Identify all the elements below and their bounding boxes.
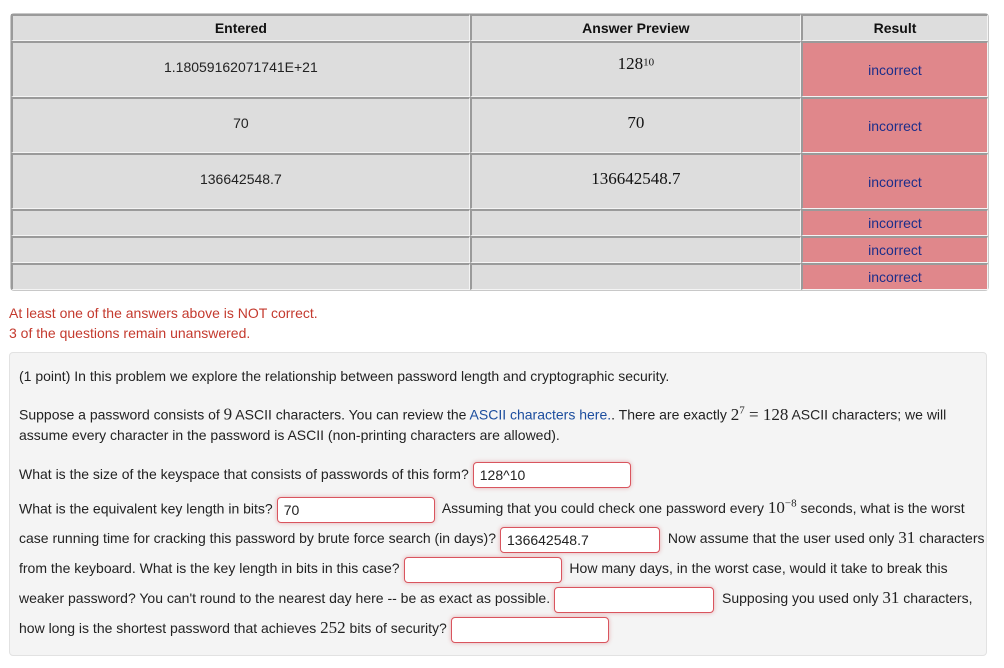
question-2: What is the equivalent key length in bit… <box>19 500 273 517</box>
entered-cell <box>11 263 470 290</box>
header-result: Result <box>800 14 988 41</box>
shortest-password-length-input[interactable] <box>450 616 609 643</box>
table-row: incorrect <box>11 209 988 236</box>
result-cell: incorrect <box>800 263 988 290</box>
results-table: Entered Answer Preview Result 1.18059162… <box>10 13 989 291</box>
entered-value: 136642548.7 <box>199 170 282 187</box>
questions: What is the size of the keyspace that co… <box>19 459 986 644</box>
entered-cell: 70 <box>11 97 470 153</box>
result-cell: incorrect <box>800 236 988 263</box>
problem-panel: (1 point) In this problem we explore the… <box>9 352 987 656</box>
header-entered: Entered <box>11 14 470 41</box>
result-cell: incorrect <box>800 41 988 97</box>
question-1: What is the size of the keyspace that co… <box>19 465 469 482</box>
table-row: 136642548.7 136642548.7 incorrect <box>11 153 988 209</box>
result-cell: incorrect <box>800 209 988 236</box>
preview-value: 70 <box>627 112 645 132</box>
preview-cell <box>469 236 801 263</box>
result-cell: incorrect <box>800 97 988 153</box>
entered-cell <box>11 236 470 263</box>
table-row: 70 70 incorrect <box>11 97 988 153</box>
table-row: 1.18059162071741E+21 12810 incorrect <box>11 41 988 97</box>
results-header-row: Entered Answer Preview Result <box>11 14 988 41</box>
ascii-characters-link[interactable]: ASCII characters here. <box>470 407 612 423</box>
worst-case-days-input[interactable] <box>500 526 660 553</box>
result-cell: incorrect <box>800 153 988 209</box>
preview-value: 12810 <box>617 53 655 73</box>
entered-value: 70 <box>233 114 249 131</box>
preview-cell <box>469 209 801 236</box>
table-row: incorrect <box>11 263 988 290</box>
entered-cell <box>11 209 470 236</box>
num-chars: 9 <box>223 404 233 424</box>
preview-cell: 70 <box>469 97 801 153</box>
problem-setup: Suppose a password consists of 9 ASCII c… <box>19 404 947 443</box>
key-length-bits-input[interactable] <box>276 496 435 523</box>
weak-key-length-input[interactable] <box>403 556 562 583</box>
problem-intro: (1 point) In this problem we explore the… <box>19 368 670 384</box>
not-correct-message: At least one of the answers above is NOT… <box>9 305 318 321</box>
table-row: incorrect <box>11 236 988 263</box>
preview-cell: 12810 <box>469 41 801 97</box>
preview-cell: 136642548.7 <box>469 153 801 209</box>
unanswered-message: 3 of the questions remain unanswered. <box>9 325 251 341</box>
power-expression: 27 = 128 <box>730 404 789 424</box>
preview-value: 136642548.7 <box>591 168 681 188</box>
entered-cell: 1.18059162071741E+21 <box>11 41 470 97</box>
entered-value: 1.18059162071741E+21 <box>163 58 318 75</box>
entered-cell: 136642548.7 <box>11 153 470 209</box>
header-answer-preview: Answer Preview <box>469 14 801 41</box>
weak-worst-case-days-input[interactable] <box>554 586 715 613</box>
keyspace-size-input[interactable] <box>472 461 631 488</box>
preview-cell <box>469 263 801 290</box>
